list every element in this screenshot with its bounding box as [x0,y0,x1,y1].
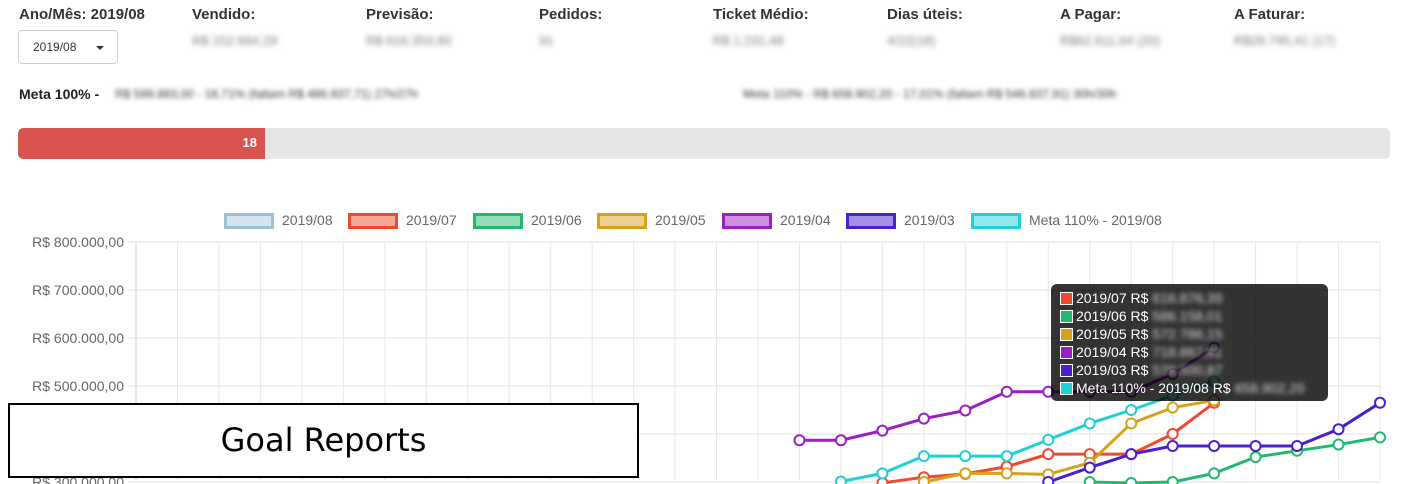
goal-reports-caption: Goal Reports [8,403,639,478]
tooltip-label: Meta 110% - 2019/08 R$ [1076,380,1231,396]
tooltip-swatch [1060,328,1073,341]
tooltip-swatch [1060,364,1073,377]
data-point [793,434,806,447]
data-point [1125,404,1138,416]
data-point [917,476,930,484]
data-point [876,467,889,480]
data-point [1166,428,1179,440]
data-point [876,424,889,437]
tooltip-label: 2019/04 R$ [1076,344,1149,360]
chart-tooltip: 2019/07 R$ 616.876,39 2019/06 R$ 586.158,0… [1051,284,1328,401]
tooltip-label: 2019/03 R$ [1076,362,1149,378]
data-point [1125,448,1138,461]
data-point [1166,476,1179,484]
data-point [1042,433,1055,446]
data-point [1000,385,1013,398]
data-point [959,467,972,480]
data-point [1332,438,1345,451]
tooltip-value: 586.158,01 [1152,308,1223,324]
data-point [1042,448,1055,461]
tooltip-value: 572.786,15 [1152,326,1223,342]
data-point [1249,440,1262,452]
data-point [959,404,972,417]
tooltip-swatch [1060,382,1073,395]
y-tick-label: R$ 500.000,00 [32,378,124,394]
y-tick-label: R$ 700.000,00 [32,282,124,298]
data-point [1332,423,1345,436]
data-point [1083,417,1096,430]
data-point [1083,476,1096,484]
data-point [1374,431,1386,444]
tooltip-value: 718.867,81 [1152,344,1223,360]
data-point [917,450,930,463]
data-point [1042,476,1055,484]
data-point [1125,417,1138,430]
tooltip-swatch [1060,346,1073,359]
tooltip-swatch [1060,310,1073,323]
data-point [834,434,847,447]
y-tick-label: R$ 800.000,00 [32,234,124,250]
data-point [1000,467,1013,480]
data-point [1125,476,1138,484]
caption-title: Goal Reports [220,421,427,459]
data-point [1208,440,1221,452]
data-point [1374,396,1386,409]
data-point [1291,440,1304,452]
tooltip-value: 658.902,20 [1234,380,1305,396]
tooltip-label: 2019/05 R$ [1076,326,1149,342]
tooltip-label: 2019/07 R$ [1076,290,1149,306]
data-point [917,412,930,425]
tooltip-value: 578.500,87 [1152,362,1223,378]
tooltip-label: 2019/06 R$ [1076,308,1149,324]
y-tick-label: R$ 600.000,00 [32,330,124,346]
data-point [959,450,972,463]
data-point [1249,451,1262,464]
data-point [1166,401,1179,414]
tooltip-swatch [1060,292,1073,305]
data-point [1208,467,1221,480]
data-point [1000,450,1013,463]
data-point [834,475,847,484]
data-point [1166,440,1179,452]
data-point [1083,461,1096,474]
tooltip-value: 616.876,39 [1152,290,1223,306]
